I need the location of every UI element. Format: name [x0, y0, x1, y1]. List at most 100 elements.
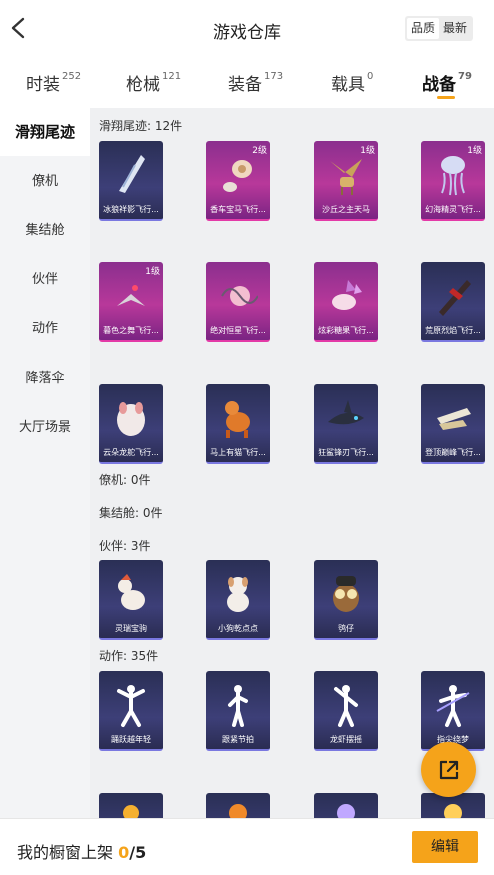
category-tabs: 时装 252 枪械 121 装备 173 载具 0 战备 79 — [0, 58, 494, 108]
item-card[interactable] — [421, 793, 485, 818]
dance-pose-icon — [117, 685, 145, 727]
item-name: 跟紧节拍 — [222, 735, 254, 744]
fingertip-pose-icon — [436, 685, 470, 727]
item-card[interactable]: 1级 沙丘之主天马 — [314, 141, 378, 221]
item-name: 荒原烈焰飞行... — [425, 326, 481, 335]
tab-count: 121 — [162, 71, 182, 83]
edit-button[interactable]: 编辑 — [412, 831, 478, 863]
showcase-label: 我的橱窗上架 — [17, 843, 114, 862]
lobster-pose-icon — [334, 685, 358, 727]
item-name: 登顶巅峰飞行... — [425, 448, 481, 457]
puppy-icon — [227, 577, 249, 612]
item-name: 马上有猫飞行... — [210, 448, 266, 457]
tab-equipment[interactable]: 装备 173 — [228, 70, 283, 95]
glow-pose-icon — [337, 804, 355, 818]
tab-vehicles[interactable]: 载具 0 — [331, 70, 373, 95]
sidebar-item-partner[interactable]: 伙伴 — [0, 256, 90, 304]
item-name: 幻海精灵飞行... — [425, 205, 481, 214]
active-tab-indicator — [437, 96, 455, 99]
item-card[interactable]: 踊跃越年轻 — [99, 671, 163, 751]
item-card[interactable]: 云朵龙舵飞行... — [99, 384, 163, 464]
item-card[interactable]: 跟紧节拍 — [206, 671, 270, 751]
section-title-action: 动作: 35件 — [99, 649, 159, 663]
item-card[interactable]: 马上有猫飞行... — [206, 384, 270, 464]
tab-fashion[interactable]: 时装 252 — [26, 70, 81, 95]
showcase-status: 我的橱窗上架 0/5 — [17, 839, 146, 863]
spark-pose-icon — [123, 805, 139, 818]
tab-count: 173 — [264, 71, 284, 83]
item-card[interactable] — [99, 793, 163, 818]
item-name: 灵瑞宝驹 — [115, 624, 147, 633]
item-card[interactable]: 登顶巅峰飞行... — [421, 384, 485, 464]
sidebar-item-pod[interactable]: 集结舱 — [0, 207, 90, 255]
item-name: 云朵龙舵飞行... — [103, 448, 159, 457]
tab-label: 装备 — [228, 75, 262, 95]
owl-icon — [333, 576, 359, 612]
burst-pose-icon — [229, 804, 247, 818]
tab-label: 枪械 — [126, 75, 160, 95]
tab-label: 载具 — [331, 75, 365, 95]
item-card[interactable]: 2级 香车宝马飞行... — [206, 141, 270, 221]
beat-pose-icon — [228, 685, 248, 727]
showcase-total: /5 — [129, 843, 147, 862]
tab-count: 252 — [62, 71, 82, 83]
sort-newest-button[interactable]: 最新 — [439, 18, 471, 39]
sidebar-item-wingman[interactable]: 僚机 — [0, 158, 90, 206]
tab-label: 战备 — [422, 75, 456, 95]
item-card[interactable]: 荒原烈焰飞行... — [421, 262, 485, 342]
flare-pose-icon — [444, 804, 462, 818]
tab-guns[interactable]: 枪械 121 — [126, 70, 181, 95]
item-card[interactable] — [206, 793, 270, 818]
dusk-dance-icon — [117, 285, 145, 306]
item-card[interactable]: 灵瑞宝驹 — [99, 560, 163, 640]
sidebar-item-parachute[interactable]: 降落伞 — [0, 355, 90, 403]
item-name: 鸮仔 — [338, 624, 354, 633]
item-name: 暮色之舞飞行... — [103, 326, 159, 335]
tab-count: 0 — [367, 71, 374, 83]
section-title-wingman: 僚机: 0件 — [99, 473, 151, 487]
item-card[interactable]: 1级 暮色之舞飞行... — [99, 262, 163, 342]
section-title-pod: 集结舱: 0件 — [99, 506, 163, 520]
item-name: 龙虾摆摇 — [330, 735, 362, 744]
sidebar-item-lobby-scene[interactable]: 大厅场景 — [0, 404, 90, 452]
item-card[interactable]: 绝对恒星飞行... — [206, 262, 270, 342]
item-card[interactable] — [314, 793, 378, 818]
sidebar-item-glide-trail[interactable]: 滑翔尾迹 — [0, 108, 90, 156]
sort-quality-button[interactable]: 品质 — [407, 18, 440, 39]
bottom-bar: 我的橱窗上架 0/5 编辑 — [0, 818, 494, 875]
cloud-dragon-icon — [117, 402, 145, 436]
item-card[interactable]: 狂鲨锋刃飞行... — [314, 384, 378, 464]
flame-craft-icon — [439, 280, 471, 316]
carriage-icon — [223, 160, 252, 192]
item-card[interactable]: 龙虾摆摇 — [314, 671, 378, 751]
showcase-count: 0 — [118, 843, 130, 862]
item-card[interactable]: 鸮仔 — [314, 560, 378, 640]
item-card[interactable]: 冰狼祥影飞行... — [99, 141, 163, 221]
item-name: 香车宝马飞行... — [210, 205, 266, 214]
section-title-partner: 伙伴: 3件 — [99, 539, 151, 553]
section-title-glide: 滑翔尾迹: 12件 — [99, 119, 183, 133]
item-name: 沙丘之主天马 — [322, 205, 370, 214]
item-name: 狂鲨锋刃飞行... — [318, 448, 374, 457]
shark-icon — [328, 400, 364, 425]
tab-combat-gear[interactable]: 战备 79 — [422, 70, 472, 95]
item-name: 绝对恒星飞行... — [210, 326, 266, 335]
item-card[interactable]: 小狗乾点点 — [206, 560, 270, 640]
item-grid-area[interactable]: 滑翔尾迹: 12件 冰狼祥影飞行... 2级 香车宝马飞行... 1级 沙丘之主… — [90, 108, 494, 818]
pegasus-icon — [330, 159, 362, 195]
item-card[interactable]: 1级 幻海精灵飞行... — [421, 141, 485, 221]
tab-count: 79 — [458, 71, 472, 83]
item-name: 冰狼祥影飞行... — [103, 205, 159, 214]
peak-jet-icon — [437, 408, 471, 430]
star-orb-icon — [221, 286, 258, 306]
sidebar-item-action[interactable]: 动作 — [0, 305, 90, 353]
item-name: 踊跃越年轻 — [111, 735, 151, 744]
item-card[interactable]: 炫彩糖果飞行... — [314, 262, 378, 342]
share-fab-button[interactable] — [421, 742, 476, 797]
item-card[interactable]: 指尖绕梦 — [421, 671, 485, 751]
external-link-icon — [439, 760, 459, 780]
pony-icon — [118, 574, 145, 610]
jellyfish-icon — [441, 156, 465, 196]
ice-wing-icon — [119, 155, 145, 193]
sort-toggle: 品质 最新 — [405, 16, 474, 41]
